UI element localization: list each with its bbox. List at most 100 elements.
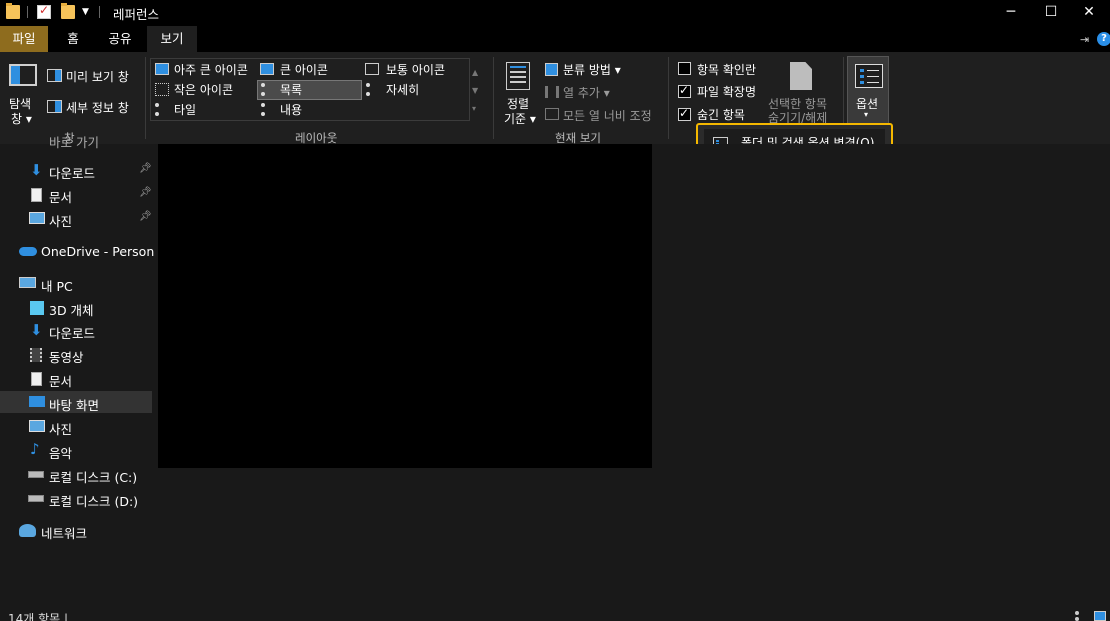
ribbon-tabs: 파일 홈 공유 보기 ⇥: [0, 26, 1110, 52]
nav-item-label: 동영상: [49, 350, 84, 365]
3d-objects-icon: [30, 301, 44, 315]
layout-small-icons[interactable]: 작은 아이콘: [174, 81, 233, 98]
download-icon: ⬇: [30, 161, 43, 179]
pin-icon: 📌︎: [139, 163, 152, 174]
size-all-columns-button[interactable]: 모든 열 너비 조정: [563, 107, 652, 124]
hidden-items-label: 숨긴 항목: [697, 108, 745, 122]
nav-item-label: 바탕 화면: [49, 398, 99, 413]
drive-icon: [28, 471, 44, 478]
document-icon: [31, 372, 42, 386]
file-extensions-label: 파일 확장명: [697, 85, 757, 99]
layout-extra-large-icons[interactable]: 아주 큰 아이콘: [174, 61, 248, 78]
nav-item-label: 3D 개체: [49, 303, 94, 318]
navigation-pane: 바로 가기 ⬇ 다운로드 📌︎ 문서 📌︎ 사진 📌︎ OneDrive - P…: [0, 135, 165, 606]
pin-icon: 📌︎: [139, 187, 152, 198]
folder-icon: [6, 3, 20, 19]
details-icon: [366, 83, 378, 96]
nav-item-label: 문서: [49, 374, 73, 389]
nav-item-label: 사진: [49, 214, 73, 229]
tab-view[interactable]: 보기: [147, 26, 197, 52]
pin-icon: 📌︎: [139, 211, 152, 222]
ribbon-view: 탐색 창 ▾ 미리 보기 창 세부 정보 창 창 아주 큰 아이콘 큰 아이콘 …: [0, 52, 1110, 145]
drive-icon: [28, 495, 44, 502]
navigation-pane-icon[interactable]: [9, 64, 37, 86]
nav-item-this-pc[interactable]: 내 PC: [0, 272, 152, 294]
hidden-items-checkbox[interactable]: [678, 106, 691, 121]
nav-item-label: 네트워크: [41, 526, 88, 541]
large-icons-view-toggle-icon[interactable]: [1094, 611, 1106, 621]
document-icon: [31, 188, 42, 202]
nav-item-videos[interactable]: 동영상: [0, 343, 152, 365]
music-icon: ♪: [30, 440, 40, 458]
tab-file[interactable]: 파일: [0, 26, 48, 52]
content-preview-region: [158, 144, 652, 468]
nav-item-documents[interactable]: 문서: [0, 367, 152, 389]
file-extensions-checkbox[interactable]: [678, 83, 691, 98]
nav-item-pictures[interactable]: 사진: [0, 415, 152, 437]
navigation-pane-label-2[interactable]: 창 ▾: [11, 110, 32, 127]
title-bar: ▼ 레퍼런스 ─ ☐ ✕: [0, 0, 1110, 26]
item-check-boxes-label: 항목 확인란: [697, 63, 757, 77]
layout-large-icons[interactable]: 큰 아이콘: [280, 61, 328, 78]
options-icon: [855, 64, 883, 88]
nav-item-label: 다운로드: [49, 326, 96, 341]
help-icon[interactable]: ?: [1097, 32, 1110, 46]
pictures-icon: [29, 420, 45, 432]
sort-by-label-2[interactable]: 기준 ▾: [504, 110, 536, 127]
details-pane-icon: [47, 100, 62, 113]
nav-item-label: 문서: [49, 190, 73, 205]
options-chevron-icon[interactable]: ▾: [864, 110, 868, 119]
nav-item-downloads-pinned[interactable]: ⬇ 다운로드 📌︎: [0, 159, 152, 181]
new-folder-quick-access-icon[interactable]: [61, 3, 75, 19]
tab-share[interactable]: 공유: [98, 26, 142, 52]
nav-item-3d-objects[interactable]: 3D 개체: [0, 296, 152, 318]
layout-details[interactable]: 자세히: [386, 81, 419, 98]
nav-item-label: 사진: [49, 422, 73, 437]
nav-partial-top-label[interactable]: 바로 가기: [49, 132, 99, 151]
pictures-icon: [29, 212, 45, 224]
tab-home[interactable]: 홈: [55, 26, 91, 52]
nav-item-onedrive[interactable]: OneDrive - Personal: [0, 240, 165, 262]
item-check-boxes-checkbox[interactable]: [678, 62, 691, 75]
add-columns-button[interactable]: 열 추가 ▾: [563, 84, 610, 101]
nav-item-music[interactable]: ♪ 음악: [0, 439, 152, 461]
nav-item-downloads[interactable]: ⬇ 다운로드: [0, 319, 152, 341]
nav-item-pictures-pinned[interactable]: 사진 📌︎: [0, 207, 152, 229]
layout-content[interactable]: 내용: [280, 101, 302, 118]
details-view-toggle-icon[interactable]: [1075, 611, 1089, 621]
separator: [27, 6, 28, 18]
size-columns-icon: [545, 108, 559, 120]
layout-tiles[interactable]: 타일: [174, 101, 196, 118]
videos-icon: [30, 348, 42, 362]
nav-item-network[interactable]: 네트워크: [0, 519, 152, 541]
close-button[interactable]: ✕: [1066, 0, 1110, 26]
nav-item-local-disk-d[interactable]: 로컬 디스크 (D:): [0, 487, 152, 509]
sort-by-icon: [506, 62, 530, 90]
group-separator: [493, 57, 494, 139]
details-pane-button[interactable]: 세부 정보 창: [66, 99, 129, 116]
preview-pane-button[interactable]: 미리 보기 창: [66, 68, 129, 85]
network-icon: [19, 524, 36, 537]
add-columns-icon: [545, 86, 559, 98]
status-bar: 14개 항목 |: [0, 606, 1110, 621]
content-icon: [261, 103, 273, 116]
nav-item-local-disk-c[interactable]: 로컬 디스크 (C:): [0, 463, 152, 485]
nav-item-desktop[interactable]: 바탕 화면: [0, 391, 152, 413]
layout-gallery-scroll-icon[interactable]: ▲ ▼ ▾: [472, 64, 478, 118]
group-separator: [668, 57, 669, 139]
nav-item-label: OneDrive - Personal: [41, 244, 166, 259]
pc-icon: [19, 277, 36, 288]
pin-ribbon-icon[interactable]: ⇥: [1080, 33, 1089, 46]
preview-pane-icon: [47, 69, 62, 82]
nav-item-label: 내 PC: [41, 279, 73, 294]
properties-quick-access-icon[interactable]: [37, 3, 51, 19]
layout-medium-icons[interactable]: 보통 아이콘: [386, 61, 445, 78]
group-by-button[interactable]: 분류 방법 ▾: [563, 61, 621, 78]
large-icons-icon: [260, 63, 274, 75]
list-icon: [261, 83, 273, 96]
layout-list[interactable]: 목록: [280, 81, 302, 98]
group-by-icon: [545, 63, 558, 76]
desktop-icon: [29, 396, 45, 407]
nav-item-documents-pinned[interactable]: 문서 📌︎: [0, 183, 152, 205]
customize-quick-access-chevron-icon[interactable]: ▼: [82, 7, 89, 17]
